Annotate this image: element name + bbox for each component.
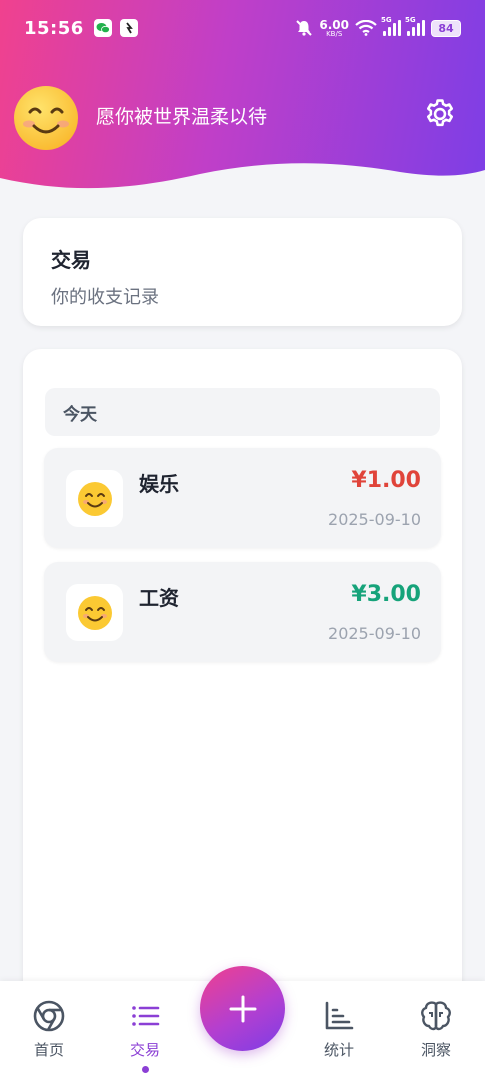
list-icon — [132, 1006, 160, 1026]
header-wave — [0, 163, 485, 200]
nav-item-transactions[interactable]: 交易 — [110, 999, 180, 1073]
smiley-face-icon — [77, 481, 112, 516]
brain-icon — [421, 1001, 451, 1031]
header-banner: 15:56 6.00 KB/S 5G 5G 84 愿你被世界温柔以待 — [0, 0, 485, 200]
signal-strength-icon-2: 5G — [405, 16, 425, 36]
status-bar: 15:56 6.00 KB/S 5G 5G 84 — [0, 0, 485, 56]
gear-icon[interactable] — [423, 97, 457, 131]
bar-chart-icon — [325, 1001, 354, 1030]
plus-icon — [229, 995, 256, 1022]
nav-item-insights[interactable]: 洞察 — [401, 999, 471, 1060]
category-icon-box — [66, 584, 123, 641]
greeting-text: 愿你被世界温柔以待 — [96, 106, 268, 128]
day-group-header: 今天 — [45, 388, 440, 436]
transaction-category: 工资 — [139, 586, 179, 610]
home-ring-icon — [33, 1000, 65, 1032]
transaction-category: 娱乐 — [139, 472, 179, 496]
signal-strength-icon: 5G — [381, 16, 401, 36]
nav-label-home: 首页 — [33, 1041, 64, 1059]
page-title: 交易 — [51, 248, 91, 272]
transaction-item-entertainment[interactable]: 娱乐 ¥1.00 2025-09-10 — [44, 448, 441, 548]
app-notification-icon — [119, 19, 138, 37]
nav-label-statistics: 统计 — [323, 1041, 354, 1059]
status-time: 15:56 — [24, 17, 84, 39]
transaction-item-salary[interactable]: 工资 ¥3.00 2025-09-10 — [44, 562, 441, 662]
wechat-icon — [93, 19, 112, 37]
battery-level: 84 — [438, 21, 454, 35]
network-speed: 6.00 KB/S — [319, 19, 349, 38]
page-title-card: 交易 你的收支记录 — [23, 218, 462, 326]
network-speed-unit: KB/S — [326, 29, 343, 38]
day-group-label: 今天 — [63, 404, 97, 425]
nav-label-insights: 洞察 — [420, 1041, 451, 1059]
category-icon-box — [66, 470, 123, 527]
nav-item-statistics[interactable]: 统计 — [304, 999, 374, 1060]
battery-indicator: 84 — [431, 19, 461, 37]
add-transaction-button[interactable] — [200, 966, 285, 1051]
network-speed-value: 6.00 — [319, 17, 349, 32]
page-subtitle: 你的收支记录 — [51, 287, 159, 308]
transaction-amount: ¥1.00 — [351, 468, 421, 493]
smiley-face-icon — [77, 595, 112, 630]
transaction-date: 2025-09-10 — [328, 510, 421, 529]
signal-label: 5G — [381, 16, 392, 24]
transaction-amount: ¥3.00 — [351, 582, 421, 607]
transaction-date: 2025-09-10 — [328, 624, 421, 643]
mute-bell-icon — [296, 20, 313, 36]
nav-item-home[interactable]: 首页 — [14, 999, 84, 1060]
nav-label-transactions: 交易 — [129, 1041, 160, 1059]
smiley-face-icon[interactable] — [12, 84, 80, 152]
wifi-icon — [355, 20, 377, 36]
signal-label-2: 5G — [405, 16, 416, 24]
active-indicator-dot — [141, 1066, 149, 1073]
